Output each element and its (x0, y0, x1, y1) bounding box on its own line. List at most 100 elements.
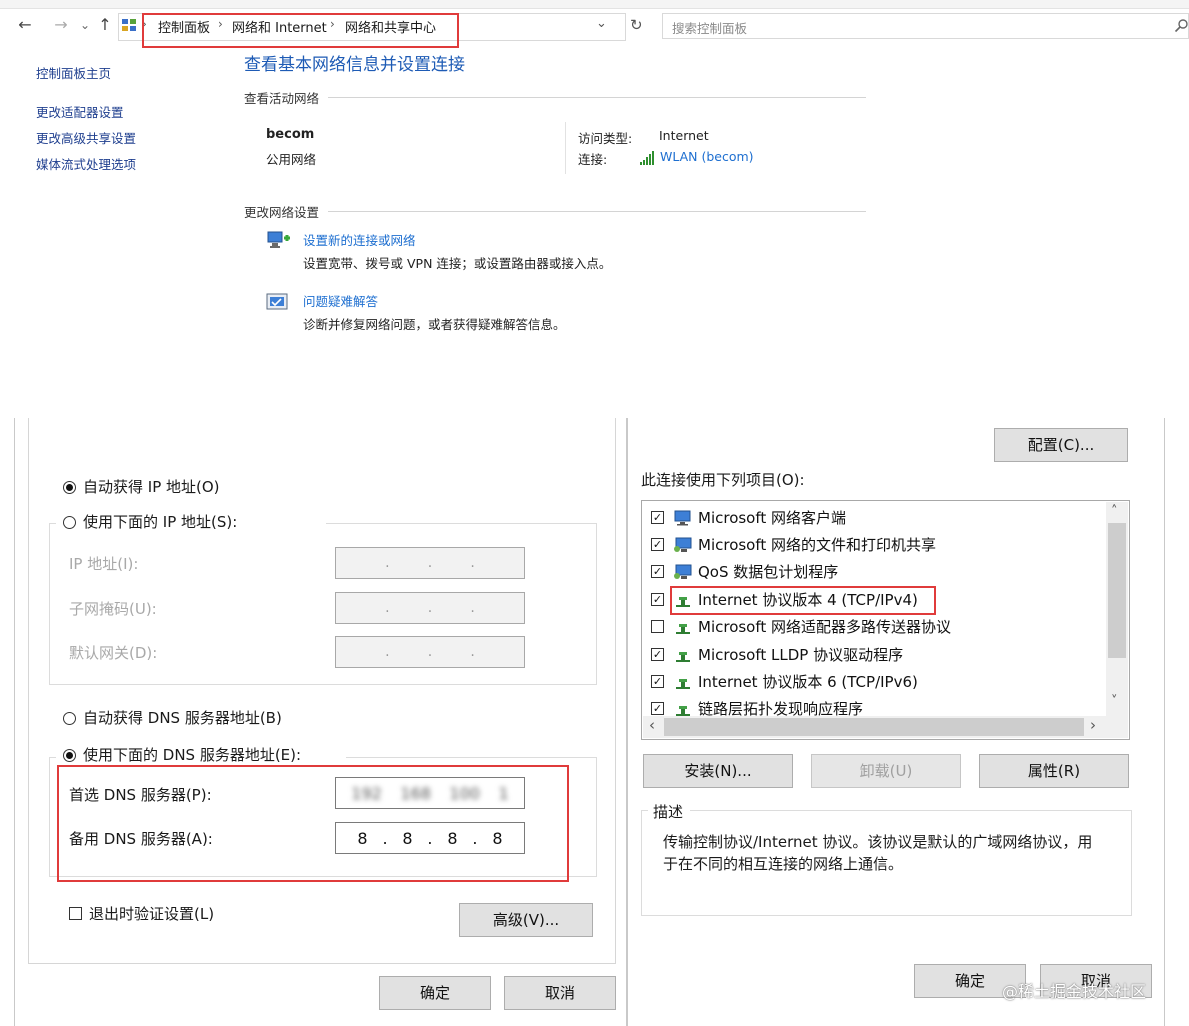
subnet-mask-label: 子网掩码(U): (69, 600, 157, 618)
sidebar-media-streaming-link[interactable]: 媒体流式处理选项 (36, 154, 136, 173)
divider (565, 122, 566, 174)
back-button[interactable]: ← (14, 14, 36, 36)
ip-dot: . (385, 555, 390, 571)
scroll-left-icon[interactable]: ‹ (649, 716, 655, 734)
troubleshoot-desc: 诊断并修复网络问题，或者获得疑难解答信息。 (303, 317, 566, 332)
validate-on-exit-label: 退出时验证设置(L) (89, 905, 215, 923)
validate-on-exit-checkbox[interactable] (69, 907, 82, 920)
divider (328, 97, 866, 98)
ipv4-ok-button[interactable]: 确定 (379, 976, 491, 1010)
connection-label: 连接: (578, 152, 608, 167)
item-label: Microsoft LLDP 协议驱动程序 (698, 646, 904, 664)
item-checkbox[interactable]: ✓ (651, 565, 664, 578)
advanced-button[interactable]: 高级(V)... (459, 903, 593, 937)
install-button[interactable]: 安装(N)... (643, 754, 793, 788)
protocol-icon (673, 647, 693, 663)
sidebar-change-adapter-link[interactable]: 更改适配器设置 (36, 102, 124, 121)
ip-dot: . (427, 600, 433, 616)
protocol-icon (673, 674, 693, 690)
ip-dot: . (427, 644, 433, 660)
ipv4-item-highlight (670, 586, 936, 615)
item-checkbox[interactable]: ✓ (651, 702, 664, 715)
item-checkbox[interactable]: ✓ (651, 675, 664, 688)
subnet-mask-input[interactable]: ... (335, 592, 525, 624)
ip-address-input[interactable]: ... (335, 547, 525, 579)
sidebar-home-link[interactable]: 控制面板主页 (36, 63, 111, 82)
manual-ip-label: 使用下面的 IP 地址(S): (83, 513, 238, 531)
search-placeholder: 搜索控制面板 (672, 21, 748, 36)
manual-ip-radio[interactable] (63, 516, 76, 529)
change-settings-label: 更改网络设置 (244, 205, 320, 220)
auto-dns-label: 自动获得 DNS 服务器地址(B) (83, 709, 282, 727)
sidebar-advanced-sharing-link[interactable]: 更改高级共享设置 (36, 128, 136, 147)
sharing-icon (673, 537, 693, 553)
manual-dns-label: 使用下面的 DNS 服务器地址(E): (83, 746, 302, 764)
breadcrumb-highlight (142, 13, 459, 48)
ip-address-label: IP 地址(I): (69, 555, 139, 573)
manual-dns-radio[interactable] (63, 749, 76, 762)
item-label: Microsoft 网络客户端 (698, 509, 847, 527)
active-networks-label: 查看活动网络 (244, 91, 320, 106)
ipv4-general-tab-panel (28, 418, 616, 964)
divider (328, 211, 866, 212)
scroll-right-icon[interactable]: › (1090, 716, 1096, 734)
scroll-down-icon[interactable]: ˅ (1111, 694, 1118, 709)
search-input[interactable]: 搜索控制面板 (662, 13, 1189, 39)
vertical-scroll-thumb[interactable] (1108, 523, 1126, 658)
setup-new-connection-desc: 设置宽带、拨号或 VPN 连接；或设置路由器或接入点。 (303, 256, 612, 271)
ip-dot: . (385, 644, 390, 660)
ip-dot: . (385, 600, 390, 616)
item-checkbox[interactable]: ✓ (651, 511, 664, 524)
ip-dot: . (470, 600, 475, 616)
horizontal-scroll-thumb[interactable] (664, 718, 1084, 736)
list-item[interactable]: ✓ QoS 数据包计划程序 (651, 560, 1101, 584)
list-item[interactable]: ✓ Internet 协议版本 6 (TCP/IPv6) (651, 670, 1101, 694)
auto-ip-radio[interactable] (63, 481, 76, 494)
access-type-label: 访问类型: (578, 131, 633, 146)
wlan-connection-link[interactable]: WLAN (becom) (660, 149, 754, 164)
default-gateway-label: 默认网关(D): (69, 644, 158, 662)
qos-icon (673, 564, 693, 580)
setup-new-connection-link[interactable]: 设置新的连接或网络 (303, 230, 416, 249)
network-type: 公用网络 (266, 152, 317, 167)
description-text-line-2: 于在不同的相互连接的网络上通信。 (663, 855, 904, 873)
forward-button[interactable]: → (50, 14, 72, 36)
default-gateway-input[interactable]: ... (335, 636, 525, 668)
recent-locations-button[interactable]: ⌄ (74, 14, 96, 36)
item-label: QoS 数据包计划程序 (698, 563, 839, 581)
search-icon[interactable] (1174, 18, 1189, 33)
configure-button[interactable]: 配置(C)... (994, 428, 1128, 462)
list-item[interactable]: ✓ Microsoft LLDP 协议驱动程序 (651, 643, 1101, 667)
list-item[interactable]: Microsoft 网络适配器多路传送器协议 (651, 615, 1101, 639)
page-title: 查看基本网络信息并设置连接 (244, 55, 465, 75)
troubleshoot-link[interactable]: 问题疑难解答 (303, 291, 378, 310)
network-name: becom (266, 127, 315, 142)
ip-dot: . (470, 555, 475, 571)
item-checkbox[interactable] (651, 620, 664, 633)
refresh-icon[interactable]: ↻ (630, 16, 643, 34)
uninstall-button[interactable]: 卸载(U) (811, 754, 961, 788)
new-connection-icon (264, 228, 292, 254)
item-checkbox[interactable]: ✓ (651, 538, 664, 551)
list-item[interactable]: ✓ Microsoft 网络客户端 (651, 506, 1101, 530)
wifi-signal-icon (640, 150, 656, 165)
address-dropdown-icon[interactable]: ⌄ (596, 16, 607, 31)
title-strip (0, 0, 1189, 9)
item-checkbox[interactable]: ✓ (651, 593, 664, 606)
properties-button[interactable]: 属性(R) (979, 754, 1129, 788)
auto-dns-radio[interactable] (63, 712, 76, 725)
scroll-up-icon[interactable]: ˄ (1111, 504, 1118, 519)
list-item[interactable]: ✓ Microsoft 网络的文件和打印机共享 (651, 533, 1101, 557)
item-checkbox[interactable]: ✓ (651, 648, 664, 661)
auto-ip-label: 自动获得 IP 地址(O) (83, 478, 220, 496)
up-button[interactable]: ↑ (94, 14, 116, 36)
client-icon (673, 510, 693, 526)
description-label: 描述 (653, 803, 684, 821)
description-text-line-1: 传输控制协议/Internet 协议。该协议是默认的广域网络协议，用 (663, 833, 1093, 851)
ip-dot: . (470, 644, 475, 660)
item-label: Microsoft 网络的文件和打印机共享 (698, 536, 937, 554)
protocol-icon (673, 701, 693, 716)
control-panel-icon (121, 17, 137, 33)
ipv4-cancel-button[interactable]: 取消 (504, 976, 616, 1010)
item-label: Internet 协议版本 6 (TCP/IPv6) (698, 673, 918, 691)
